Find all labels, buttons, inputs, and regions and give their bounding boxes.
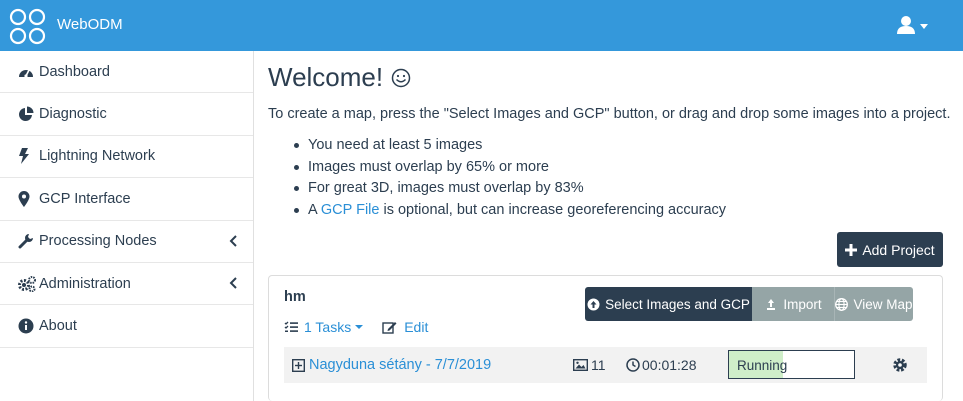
sidebar-item-label: Lightning Network xyxy=(39,148,156,165)
caret-down-icon xyxy=(920,24,928,29)
dashboard-icon xyxy=(18,64,36,80)
bolt-icon xyxy=(18,148,36,165)
smiley-icon xyxy=(391,68,411,87)
project-links: 1 Tasks Edit xyxy=(284,319,428,335)
clock-icon xyxy=(626,358,640,372)
intro-text: To create a map, press the "Select Image… xyxy=(268,106,951,122)
list-item: A GCP File is optional, but can increase… xyxy=(290,202,726,224)
edit-project-link[interactable]: Edit xyxy=(382,319,428,335)
sidebar-item-label: Dashboard xyxy=(39,63,110,80)
sidebar-item-about[interactable]: About xyxy=(0,305,253,348)
tips-list: You need at least 5 images Images must o… xyxy=(290,137,726,223)
user-menu-toggle[interactable] xyxy=(896,14,932,38)
import-button[interactable]: Import xyxy=(752,287,834,321)
task-elapsed-time: 00:01:28 xyxy=(626,357,697,373)
sidebar-item-administration[interactable]: Administration xyxy=(0,263,253,306)
view-map-button[interactable]: View Map xyxy=(834,287,913,321)
tasks-toggle-link[interactable]: 1 Tasks xyxy=(284,319,364,335)
gear-icon[interactable] xyxy=(892,357,908,373)
pie-chart-icon xyxy=(18,106,36,122)
list-item: You need at least 5 images xyxy=(290,137,726,159)
list-item: Images must overlap by 65% or more xyxy=(290,159,726,181)
upload-circle-icon xyxy=(587,298,600,310)
sidebar: Dashboard Diagnostic Lightning Network G… xyxy=(0,51,254,401)
gcp-file-link[interactable]: GCP File xyxy=(321,202,380,218)
top-navbar: WebODM xyxy=(0,0,963,51)
sidebar-item-dashboard[interactable]: Dashboard xyxy=(0,51,253,94)
project-name: hm xyxy=(284,289,306,305)
tasks-list-icon xyxy=(284,321,298,332)
list-item: For great 3D, images must overlap by 83% xyxy=(290,180,726,202)
add-project-button[interactable]: Add Project xyxy=(837,232,943,267)
webodm-logo-icon[interactable] xyxy=(9,8,46,45)
project-actions: Select Images and GCP Import View Map xyxy=(585,287,913,321)
page-title: Welcome! xyxy=(268,62,411,93)
sidebar-item-gcp-interface[interactable]: GCP Interface xyxy=(0,178,253,221)
cloud-upload-icon xyxy=(767,298,776,310)
sidebar-item-label: Administration xyxy=(39,275,131,292)
task-status-progress: Running xyxy=(728,350,855,379)
sidebar-item-label: Processing Nodes xyxy=(39,233,157,250)
edit-icon xyxy=(382,322,397,334)
cogs-icon xyxy=(18,275,36,292)
chevron-left-icon xyxy=(229,277,237,289)
caret-down-icon xyxy=(355,325,364,329)
wrench-icon xyxy=(18,233,36,249)
plus-icon xyxy=(845,243,858,256)
brand-name[interactable]: WebODM xyxy=(57,16,123,33)
sidebar-item-lightning-network[interactable]: Lightning Network xyxy=(0,136,253,179)
globe-icon xyxy=(835,297,849,311)
sidebar-item-label: GCP Interface xyxy=(39,190,131,207)
info-circle-icon xyxy=(18,318,36,334)
status-label: Running xyxy=(737,358,788,373)
sidebar-item-label: Diagnostic xyxy=(39,106,107,123)
sidebar-item-processing-nodes[interactable]: Processing Nodes xyxy=(0,221,253,263)
sidebar-item-label: About xyxy=(39,318,77,335)
user-icon xyxy=(897,16,928,34)
chevron-left-icon xyxy=(229,234,237,247)
plus-square-icon xyxy=(292,358,305,372)
select-images-button[interactable]: Select Images and GCP xyxy=(585,287,752,321)
task-name-link[interactable]: Nagyduna sétány - 7/7/2019 xyxy=(292,357,491,373)
image-icon xyxy=(573,359,588,371)
sidebar-item-diagnostic[interactable]: Diagnostic xyxy=(0,93,253,136)
map-marker-icon xyxy=(18,190,36,207)
task-image-count: 11 xyxy=(573,357,606,373)
